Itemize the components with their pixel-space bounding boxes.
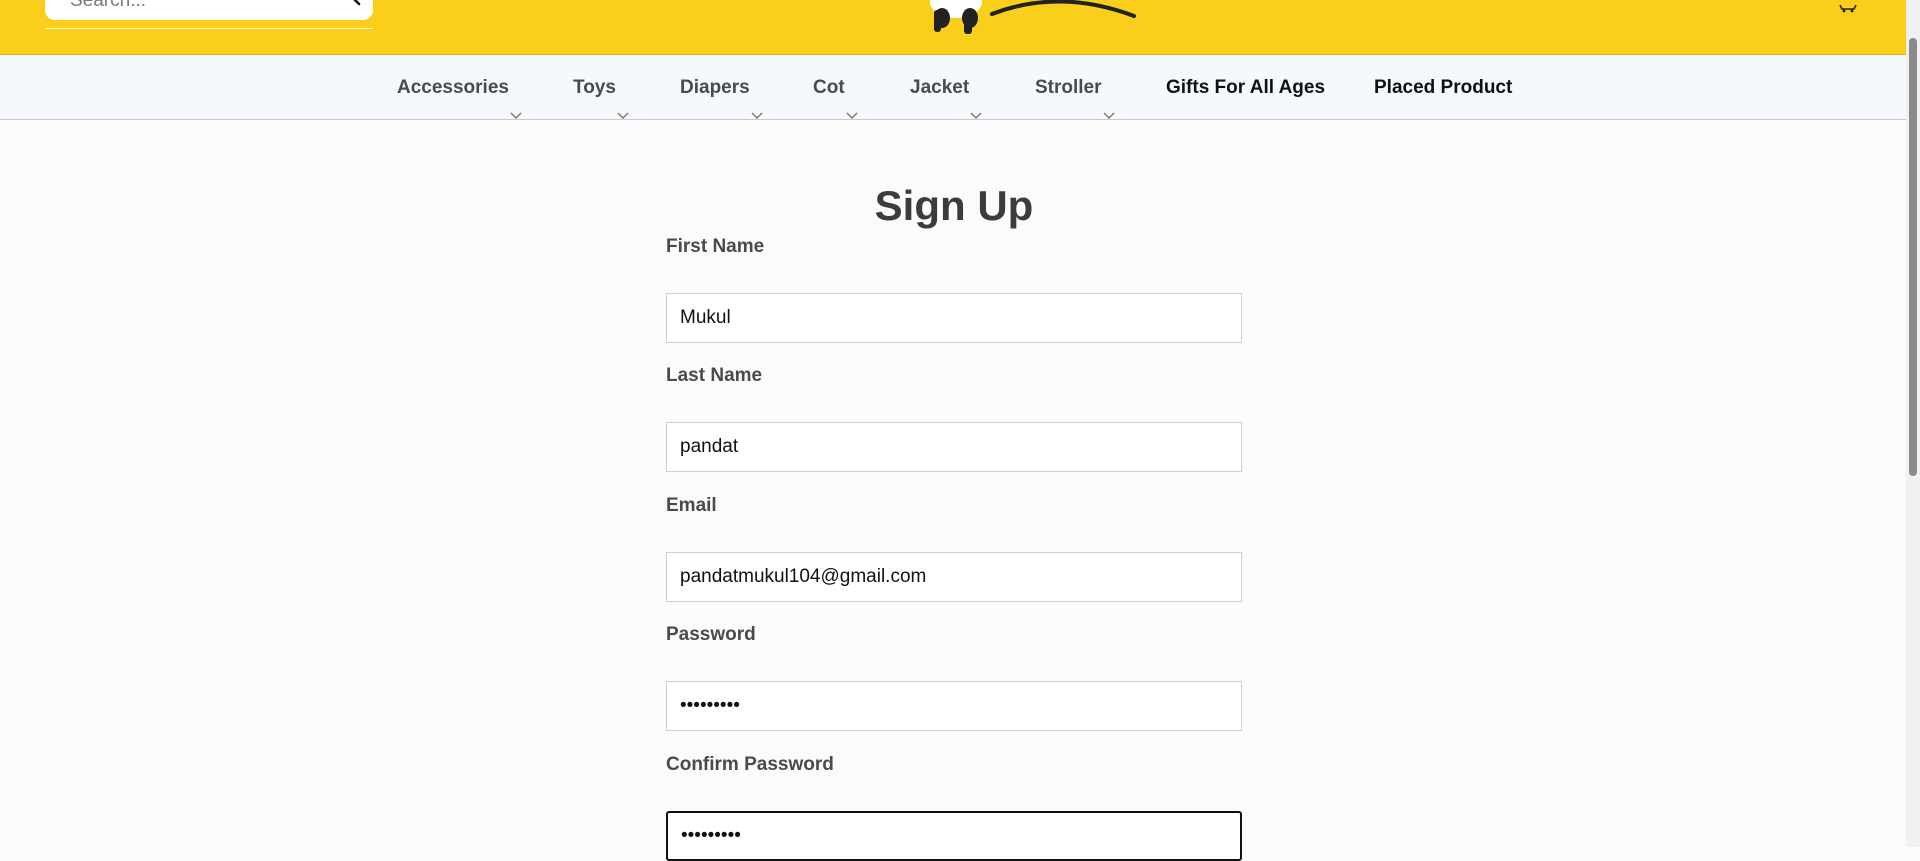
nav-item-gifts-for-all-ages[interactable]: Gifts For All Ages (1166, 55, 1325, 120)
chevron-down-icon (846, 82, 858, 119)
last-name-label: Last Name (666, 365, 763, 386)
nav-item-toys[interactable]: Toys (573, 55, 629, 120)
first-name-label: First Name (666, 236, 765, 257)
chevron-down-icon (751, 82, 763, 119)
header-bar (0, 0, 1920, 55)
chevron-down-icon (970, 82, 982, 119)
password-label: Password (666, 624, 756, 645)
confirm-password-label: Confirm Password (666, 754, 834, 775)
main-nav: Accessories Toys Diapers Cot Jacket Stro… (0, 55, 1920, 120)
search-input[interactable] (45, 0, 305, 20)
confirm-password-field[interactable] (666, 811, 1242, 861)
search-icon[interactable] (325, 0, 365, 20)
page-title: Sign Up (874, 182, 1034, 229)
first-name-field[interactable] (666, 293, 1242, 343)
nav-item-diapers[interactable]: Diapers (680, 55, 763, 120)
search-box (45, 0, 373, 20)
nav-item-stroller[interactable]: Stroller (1035, 55, 1115, 120)
nav-item-accessories[interactable]: Accessories (397, 55, 522, 120)
email-label: Email (666, 495, 717, 516)
nav-item-placed-product[interactable]: Placed Product (1374, 55, 1512, 120)
search-underline (45, 28, 373, 29)
email-field[interactable] (666, 552, 1242, 602)
nav-item-cot[interactable]: Cot (813, 55, 858, 120)
panda-logo[interactable] (920, 0, 1140, 40)
last-name-field[interactable] (666, 422, 1242, 472)
scrollbar-thumb[interactable] (1909, 38, 1917, 476)
nav-item-jacket[interactable]: Jacket (910, 55, 982, 120)
chevron-down-icon (1103, 82, 1115, 119)
password-field[interactable] (666, 681, 1242, 731)
cart-icon[interactable] (1838, 0, 1860, 13)
chevron-down-icon (617, 82, 629, 119)
chevron-down-icon (510, 82, 522, 119)
